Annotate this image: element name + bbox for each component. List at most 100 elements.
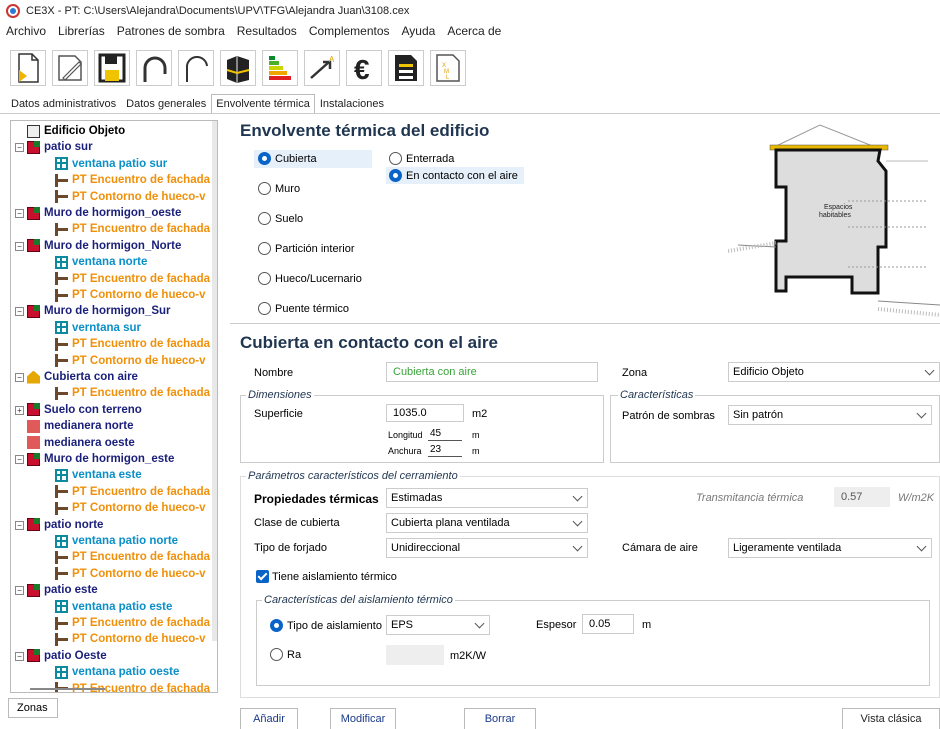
improvement-measures-icon[interactable]: A <box>304 50 340 86</box>
tree-item[interactable]: PT Encuentro de fachada <box>55 681 210 692</box>
tree-item[interactable]: medianera norte <box>27 418 133 434</box>
tree-item[interactable]: PT Contorno de hueco-v <box>55 287 206 303</box>
tree-item[interactable]: PT Encuentro de fachada <box>55 271 210 287</box>
tree-item[interactable]: medianera oeste <box>27 435 135 451</box>
tab-instalaciones[interactable]: Instalaciones <box>315 94 389 114</box>
menu-librerias[interactable]: Librerías <box>52 24 111 42</box>
save-icon[interactable] <box>94 50 130 86</box>
collapse-icon[interactable]: − <box>15 307 24 317</box>
radio-muro-dot[interactable] <box>258 182 271 195</box>
menu-acerca-de[interactable]: Acerca de <box>441 24 507 42</box>
menu-resultados[interactable]: Resultados <box>231 24 303 42</box>
ra-input[interactable] <box>386 645 444 665</box>
radio-en-contacto-con-el-aire[interactable]: En contacto con el aire <box>389 169 518 182</box>
radio-particion-interior[interactable]: Partición interior <box>258 242 354 255</box>
tree-item[interactable]: PT Contorno de hueco-v <box>55 631 206 647</box>
tree-item[interactable]: ventana este <box>55 467 142 483</box>
building-3d-icon[interactable] <box>220 50 256 86</box>
new-file-icon[interactable] <box>10 50 46 86</box>
propiedades-termicas-select[interactable]: Estimadas <box>386 488 588 508</box>
tree-item[interactable]: Suelo con terreno <box>27 402 142 418</box>
open-file-icon[interactable] <box>52 50 88 86</box>
radio-tipo-aislamiento[interactable]: Tipo de aislamiento <box>270 619 382 632</box>
tree-item[interactable]: patio norte <box>27 517 103 533</box>
tree-item[interactable]: Muro de hormigon_Norte <box>27 238 181 254</box>
espesor-input[interactable]: 0.05 <box>582 614 634 634</box>
collapse-icon[interactable]: − <box>15 143 24 153</box>
tree-item[interactable]: ventana patio oeste <box>55 664 179 680</box>
tree-item[interactable]: Edificio Objeto <box>27 123 125 139</box>
tree-item[interactable]: PT Contorno de hueco-v <box>55 500 206 516</box>
anchura-input[interactable]: 23 <box>428 444 462 457</box>
tree-item[interactable]: patio Oeste <box>27 648 107 664</box>
radio-cubierta-dot[interactable] <box>258 152 271 165</box>
collapse-icon[interactable]: − <box>15 209 24 218</box>
tree-item[interactable]: PT Contorno de hueco-v <box>55 353 206 369</box>
tree-item[interactable]: PT Encuentro de fachada <box>55 221 210 237</box>
superficie-input[interactable]: 1035.0 <box>386 404 464 422</box>
radio-tipo-aislamiento-dot[interactable] <box>270 619 283 632</box>
collapse-icon[interactable]: − <box>15 455 24 464</box>
patron-sombras-select[interactable]: Sin patrón <box>728 405 932 425</box>
tab-datos-administrativos[interactable]: Datos administrativos <box>6 94 121 114</box>
collapse-icon[interactable]: − <box>15 241 24 251</box>
tree-item[interactable]: Muro de hormigon_Sur <box>27 303 171 319</box>
tree-vertical-scrollbar[interactable] <box>212 121 217 641</box>
menu-ayuda[interactable]: Ayuda <box>396 24 442 42</box>
tree-item[interactable]: PT Contorno de hueco-v <box>55 566 206 582</box>
radio-ra[interactable]: Ra <box>270 648 301 661</box>
tipo-aislamiento-select[interactable]: EPS <box>386 615 490 635</box>
tab-datos-generales[interactable]: Datos generales <box>121 94 211 114</box>
tree-item[interactable]: PT Encuentro de fachada <box>55 172 210 188</box>
collapse-icon[interactable]: − <box>15 373 24 382</box>
radio-puente-termico-dot[interactable] <box>258 302 271 315</box>
radio-enterrada[interactable]: Enterrada <box>389 152 454 165</box>
longitud-input[interactable]: 45 <box>428 428 462 441</box>
tree-item[interactable]: ventana patio norte <box>55 533 178 549</box>
collapse-icon[interactable]: − <box>15 520 24 530</box>
radio-muro[interactable]: Muro <box>258 182 300 195</box>
anadir-button[interactable]: Añadir <box>240 708 298 729</box>
borrar-button[interactable]: Borrar <box>464 708 536 729</box>
menu-archivo[interactable]: Archivo <box>0 24 52 42</box>
camara-aire-select[interactable]: Ligeramente ventilada <box>728 538 932 558</box>
vista-clasica-button[interactable]: Vista clásica <box>842 708 940 729</box>
zonas-button[interactable]: Zonas <box>8 698 58 718</box>
radio-suelo[interactable]: Suelo <box>258 212 303 225</box>
tree-item[interactable]: patio sur <box>27 139 93 155</box>
tree-item[interactable]: patio este <box>27 582 98 598</box>
tree-item[interactable]: verntana sur <box>55 320 141 336</box>
radio-suelo-dot[interactable] <box>258 212 271 225</box>
radio-particion-interior-dot[interactable] <box>258 242 271 255</box>
radio-enterrada-dot[interactable] <box>389 152 402 165</box>
menu-patrones-de-sombra[interactable]: Patrones de sombra <box>111 24 231 42</box>
tree-item[interactable]: PT Encuentro de fachada <box>55 336 210 352</box>
radio-ra-dot[interactable] <box>270 648 283 661</box>
tree-item[interactable]: Cubierta con aire <box>27 369 138 385</box>
collapse-icon[interactable]: − <box>15 586 24 596</box>
euro-icon[interactable]: € <box>346 50 382 86</box>
aislamiento-checkbox[interactable] <box>256 570 269 583</box>
tree-item[interactable]: PT Encuentro de fachada <box>55 484 210 500</box>
tree-item[interactable]: ventana patio sur <box>55 156 167 172</box>
tree-horizontal-scrollbar[interactable] <box>30 688 105 690</box>
radio-hueco-lucernario[interactable]: Hueco/Lucernario <box>258 272 362 285</box>
radio-en-contacto-dot[interactable] <box>389 169 402 182</box>
nombre-input[interactable]: Cubierta con aire <box>386 362 598 382</box>
tipo-forjado-select[interactable]: Unidireccional <box>386 538 588 558</box>
tree-item[interactable]: ventana norte <box>55 254 147 270</box>
radio-puente-termico[interactable]: Puente térmico <box>258 302 349 315</box>
radio-cubierta[interactable]: Cubierta <box>258 152 317 165</box>
redo-icon[interactable] <box>178 50 214 86</box>
envelope-tree[interactable]: Edificio Objeto − patio sur ventana patio s… <box>10 120 218 693</box>
tree-item[interactable]: ventana patio este <box>55 599 172 615</box>
clase-cubierta-select[interactable]: Cubierta plana ventilada <box>386 513 588 533</box>
tree-item[interactable]: PT Encuentro de fachada <box>55 615 210 631</box>
tree-item[interactable]: PT Encuentro de fachada <box>55 549 210 565</box>
collapse-icon[interactable]: − <box>15 651 24 661</box>
tab-envolvente-termica[interactable]: Envolvente térmica <box>211 94 315 114</box>
zona-select[interactable]: Edificio Objeto <box>728 362 940 382</box>
xml-export-icon[interactable]: XML <box>430 50 466 86</box>
tree-item[interactable]: PT Encuentro de fachada <box>55 385 210 401</box>
menu-complementos[interactable]: Complementos <box>303 24 396 42</box>
